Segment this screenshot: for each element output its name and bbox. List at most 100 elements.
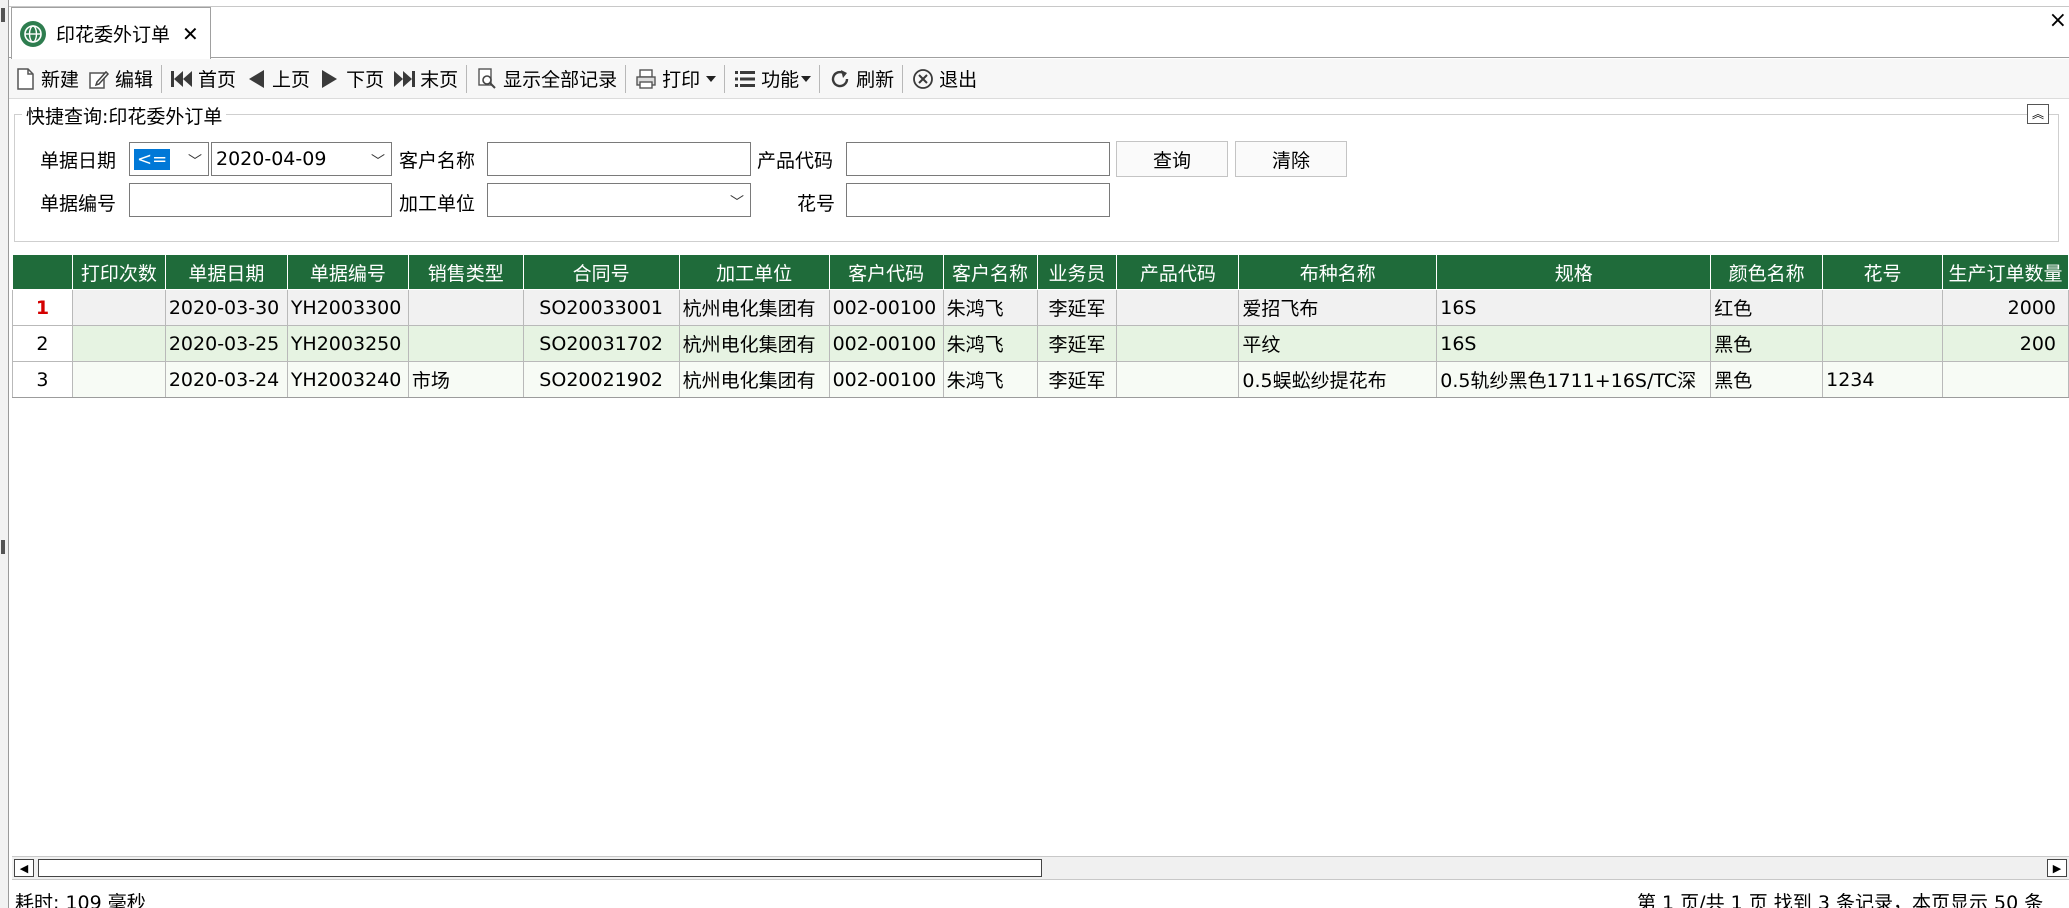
cell-date: 2020-03-30: [164, 289, 288, 326]
processor-select[interactable]: ﹀: [487, 183, 751, 217]
cell-print-count: [71, 325, 166, 362]
cell-processor: 杭州电化集团有: [678, 361, 830, 398]
cell-pattern: [1822, 289, 1943, 326]
tab-close-icon[interactable]: ✕: [182, 22, 199, 46]
horizontal-scrollbar[interactable]: ◀ ▶: [12, 856, 2069, 880]
grid-bottom-line: [12, 397, 2069, 398]
pattern-input[interactable]: [846, 183, 1110, 217]
list-icon: [733, 67, 757, 91]
magnifier-document-icon: [475, 67, 499, 91]
cell-fabric: 0.5蜈蚣纱提花布: [1238, 361, 1438, 398]
date-operator-select[interactable]: <= ﹀: [129, 142, 209, 176]
column-header[interactable]: 加工单位: [678, 254, 830, 290]
edit-pencil-icon: [87, 67, 111, 91]
scroll-left-icon[interactable]: ◀: [14, 859, 34, 877]
next-page-icon: [318, 67, 342, 91]
cell-contract: SO20033001: [522, 289, 680, 326]
column-header[interactable]: 颜色名称: [1710, 254, 1824, 290]
cell-cust-code: 002-00100: [828, 289, 944, 326]
cell-date: 2020-03-25: [164, 325, 288, 362]
new-document-icon: [13, 67, 37, 91]
row-number-header: [12, 254, 73, 290]
toolbar-separator: [902, 64, 904, 93]
table-row[interactable]: 1 2020-03-30 YH2003300 SO20033001 杭州电化集团…: [12, 289, 2069, 326]
table-row[interactable]: 2 2020-03-25 YH2003250 SO20031702 杭州电化集团…: [12, 325, 2069, 362]
column-header[interactable]: 生产订单数量: [1941, 254, 2069, 290]
column-header[interactable]: 合同号: [522, 254, 680, 290]
cell-cust-name: 朱鸿飞: [942, 361, 1038, 398]
row-number: 2: [12, 325, 73, 362]
cell-salesman: 李延军: [1036, 361, 1118, 398]
edge-marker: [1, 8, 5, 22]
date-value-picker[interactable]: 2020-04-09 ﹀: [211, 142, 392, 176]
prev-page-icon: [244, 67, 268, 91]
exit-button-label: 退出: [939, 69, 978, 91]
exit-circle-x-icon: [911, 67, 935, 91]
cell-qty: 2000: [1941, 289, 2069, 326]
column-header[interactable]: 单据编号: [286, 254, 409, 290]
column-header[interactable]: 客户名称: [942, 254, 1038, 290]
collapse-panel-icon[interactable]: ︽: [2027, 104, 2049, 124]
scrollbar-thumb[interactable]: [38, 859, 1042, 877]
doc-number-label: 单据编号: [40, 193, 117, 215]
last-page-button[interactable]: 末页: [388, 62, 462, 96]
cell-cust-name: 朱鸿飞: [942, 289, 1038, 326]
elapsed-time: 耗时: 109 毫秒: [15, 892, 146, 908]
cell-doc-no: YH2003240: [286, 361, 409, 398]
column-header[interactable]: 布种名称: [1238, 254, 1438, 290]
column-header[interactable]: 销售类型: [407, 254, 524, 290]
doc-number-input[interactable]: [129, 183, 392, 217]
cell-qty: 200: [1941, 325, 2069, 362]
cell-prod-code: [1116, 325, 1240, 362]
clear-button[interactable]: 清除: [1235, 141, 1347, 177]
next-page-button[interactable]: 下页: [314, 62, 388, 96]
data-grid: 打印次数 单据日期 单据编号 销售类型 合同号 加工单位 客户代码 客户名称 业…: [12, 254, 2069, 854]
new-button-label: 新建: [41, 69, 80, 91]
cell-fabric: 平纹: [1238, 325, 1438, 362]
chevron-down-icon: [801, 75, 812, 82]
edge-marker: [1, 540, 5, 554]
window-close-icon[interactable]: ×: [2049, 8, 2067, 33]
column-header[interactable]: 单据日期: [164, 254, 288, 290]
pager-info: 第 1 页/共 1 页 找到 3 条记录，本页显示 50 条: [1637, 892, 2044, 908]
column-header[interactable]: 产品代码: [1116, 254, 1240, 290]
cell-print-count: [71, 361, 166, 398]
prev-page-button[interactable]: 上页: [240, 62, 314, 96]
print-button[interactable]: 打印: [630, 62, 720, 96]
tab-strip-topline: [9, 6, 2069, 7]
column-header[interactable]: 打印次数: [71, 254, 166, 290]
orders-table: 打印次数 单据日期 单据编号 销售类型 合同号 加工单位 客户代码 客户名称 业…: [12, 254, 2069, 398]
row-number: 1: [12, 289, 73, 326]
column-header[interactable]: 客户代码: [828, 254, 944, 290]
tab-print-outsource-order[interactable]: 印花委外订单 ✕: [11, 7, 211, 59]
customer-name-input[interactable]: [487, 142, 751, 176]
left-edge-strip: [0, 0, 9, 908]
pattern-label: 花号: [797, 193, 836, 215]
new-button[interactable]: 新建: [9, 62, 83, 96]
chevron-down-icon: ﹀: [730, 195, 744, 211]
column-header[interactable]: 规格: [1436, 254, 1712, 290]
cell-cust-code: 002-00100: [828, 361, 944, 398]
column-header[interactable]: 业务员: [1036, 254, 1118, 290]
exit-button[interactable]: 退出: [907, 62, 981, 96]
edit-button[interactable]: 编辑: [83, 62, 157, 96]
cell-color: 黑色: [1710, 325, 1824, 362]
show-all-records-button[interactable]: 显示全部记录: [471, 62, 621, 96]
cell-sale-type: [407, 289, 524, 326]
grid-header-row: 打印次数 单据日期 单据编号 销售类型 合同号 加工单位 客户代码 客户名称 业…: [12, 254, 2069, 290]
toolbar-separator: [625, 64, 627, 93]
search-button[interactable]: 查询: [1116, 141, 1228, 177]
product-code-input[interactable]: [846, 142, 1110, 176]
quick-query-panel: [14, 114, 2059, 242]
scroll-right-icon[interactable]: ▶: [2047, 859, 2067, 877]
functions-menu-button[interactable]: 功能: [729, 62, 815, 96]
last-page-label: 末页: [420, 69, 459, 91]
cell-pattern: [1822, 325, 1943, 362]
globe-icon: [20, 20, 46, 47]
printer-icon: [634, 67, 658, 91]
table-row[interactable]: 3 2020-03-24 YH2003240 市场 SO20021902 杭州电…: [12, 361, 2069, 398]
first-page-button[interactable]: 首页: [166, 62, 240, 96]
cell-contract: SO20021902: [522, 361, 680, 398]
column-header[interactable]: 花号: [1822, 254, 1943, 290]
refresh-button[interactable]: 刷新: [824, 62, 898, 96]
